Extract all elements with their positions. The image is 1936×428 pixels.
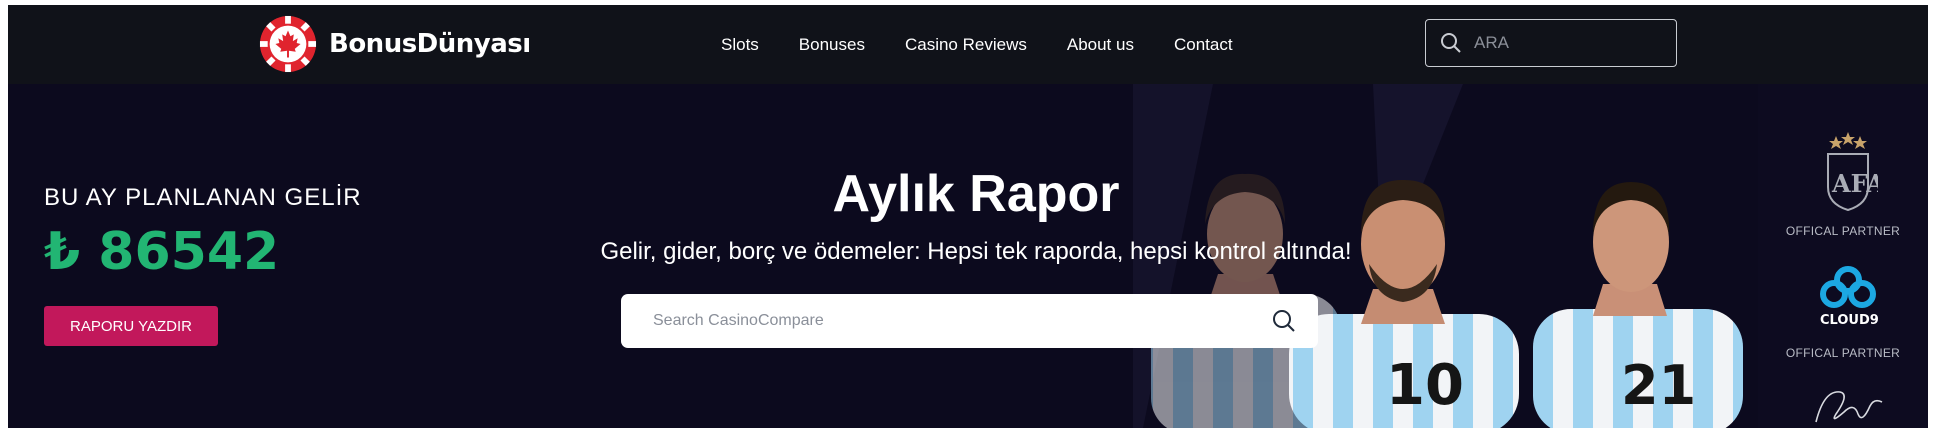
search-icon[interactable] — [1440, 32, 1462, 54]
nav-search-box — [1425, 19, 1677, 67]
hero-subtitle: Gelir, gider, borç ve ödemeler: Hepsi te… — [600, 238, 1352, 265]
player-right: 21 — [1533, 182, 1743, 428]
top-navbar: BonusDünyası Slots Bonuses Casino Review… — [8, 5, 1928, 84]
svg-text:AFA: AFA — [1831, 169, 1878, 198]
main-nav: Slots Bonuses Casino Reviews About us Co… — [721, 5, 1273, 84]
partner-label-cloud9: OFFICAL PARTNER — [1785, 346, 1901, 360]
poker-chip-maple-leaf-icon — [259, 15, 317, 73]
nav-link-bonuses[interactable]: Bonuses — [799, 35, 865, 55]
hero-search-box — [621, 294, 1318, 348]
afa-crest-icon[interactable]: AFA — [1818, 132, 1878, 212]
nav-link-slots[interactable]: Slots — [721, 35, 759, 55]
brand-logo[interactable]: BonusDünyası — [259, 15, 531, 73]
nav-search-input[interactable] — [1474, 33, 1664, 53]
player-center-number: 10 — [1386, 353, 1464, 418]
partner-label-afa: OFFICAL PARTNER — [1785, 224, 1901, 238]
hero-search-input[interactable] — [653, 312, 1233, 330]
search-icon[interactable] — [1272, 309, 1296, 333]
cloud9-logo-icon[interactable]: CLOUD9 — [1816, 264, 1880, 326]
planned-income-value: ₺ 86542 — [44, 222, 280, 282]
hero-title: Aylık Rapor — [832, 165, 1120, 223]
nav-link-casino-reviews[interactable]: Casino Reviews — [905, 35, 1027, 55]
brand-name: BonusDünyası — [329, 29, 531, 59]
player-right-number: 21 — [1621, 354, 1696, 417]
nav-link-about-us[interactable]: About us — [1067, 35, 1134, 55]
svg-text:CLOUD9: CLOUD9 — [1820, 313, 1879, 326]
partners-sidebar: AFA OFFICAL PARTNER CLOUD9 OFFICAL PARTN… — [1758, 84, 1928, 428]
planned-income-title: BU AY PLANLANAN GELİR — [44, 184, 362, 211]
print-report-button[interactable]: RAPORU YAZDIR — [44, 306, 218, 346]
nav-link-contact[interactable]: Contact — [1174, 35, 1233, 55]
signature-icon — [1815, 391, 1883, 423]
hero-banner: 10 21 AFA OFFICAL PARTNER CLOUD9 OFFICAL… — [8, 84, 1928, 428]
